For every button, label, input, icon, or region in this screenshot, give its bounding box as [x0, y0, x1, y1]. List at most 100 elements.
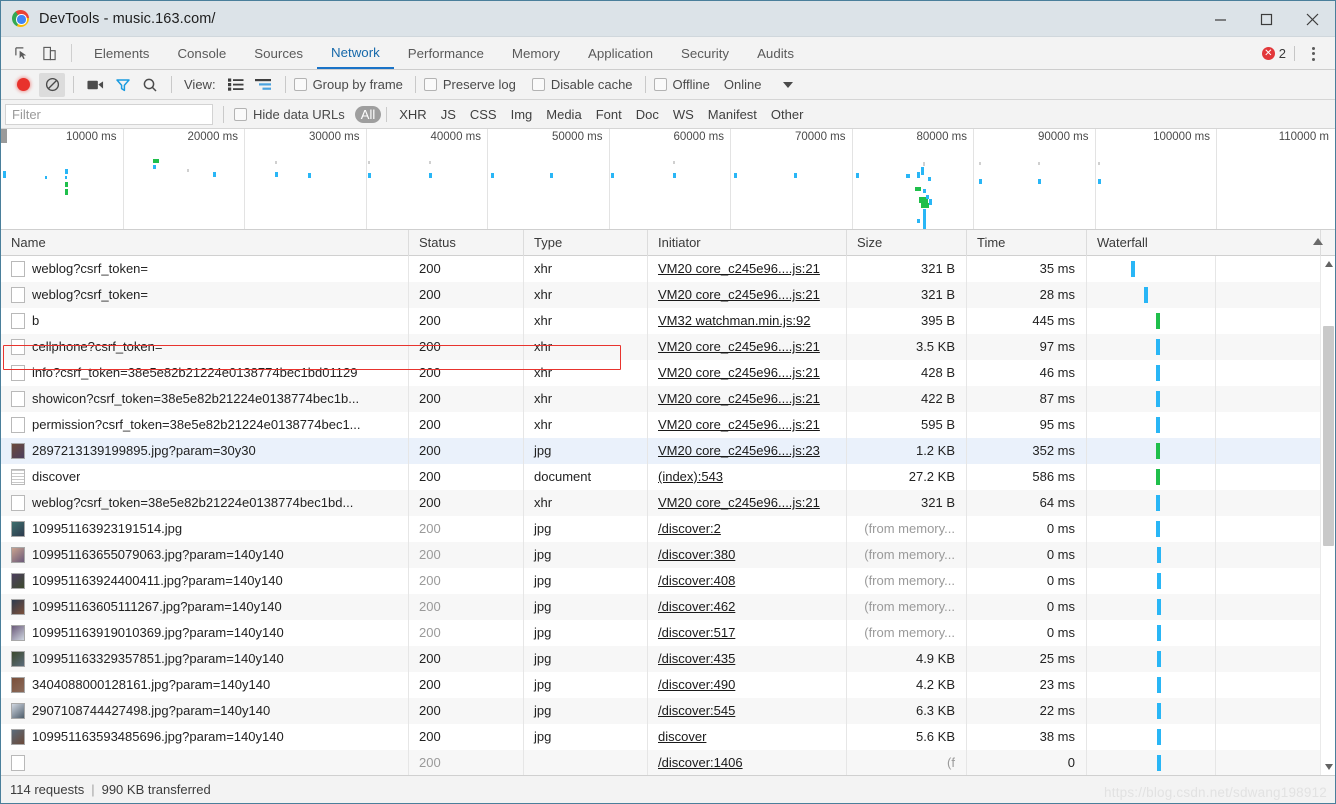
initiator-link[interactable]: /discover:517 — [658, 625, 735, 640]
hide-data-urls-checkbox[interactable]: Hide data URLs — [234, 107, 345, 122]
tab-sources[interactable]: Sources — [240, 37, 317, 69]
waterfall-bar[interactable] — [1156, 339, 1160, 355]
table-row[interactable]: 109951163924400411.jpg?param=140y140 200 j… — [1, 568, 1335, 594]
table-row[interactable]: 200/discover:1406 (f 0 — [1, 750, 1335, 775]
table-row[interactable]: 109951163605111267.jpg?param=140y140 200 j… — [1, 594, 1335, 620]
waterfall-bar[interactable] — [1157, 625, 1161, 641]
waterfall-bar[interactable] — [1156, 417, 1160, 433]
initiator-link[interactable]: /discover:1406 — [658, 755, 743, 770]
cell-name[interactable]: 109951163329357851.jpg?param=140y140 — [1, 646, 409, 672]
type-filter-other[interactable]: Other — [764, 106, 811, 123]
offline-checkbox[interactable]: Offline — [653, 77, 710, 92]
column-header-waterfall[interactable]: Waterfall — [1087, 230, 1321, 256]
type-filter-doc[interactable]: Doc — [629, 106, 666, 123]
waterfall-bar[interactable] — [1156, 365, 1160, 381]
vertical-scrollbar[interactable] — [1320, 256, 1335, 775]
table-row[interactable]: 3404088000128161.jpg?param=140y140 200 jpg… — [1, 672, 1335, 698]
preserve-log-checkbox[interactable]: Preserve log — [423, 77, 516, 92]
table-row[interactable]: weblog?csrf_token= 200 xhr VM20 core_c245e9… — [1, 256, 1335, 282]
clear-icon[interactable] — [39, 72, 65, 97]
waterfall-bar[interactable] — [1156, 391, 1160, 407]
type-filter-font[interactable]: Font — [589, 106, 629, 123]
table-row[interactable]: 109951163923191514.jpg 200 jpg/discover:2 (… — [1, 516, 1335, 542]
tab-application[interactable]: Application — [574, 37, 667, 69]
waterfall-bar[interactable] — [1156, 495, 1160, 511]
chevron-down-icon[interactable] — [783, 81, 794, 88]
search-icon[interactable] — [136, 73, 163, 97]
camera-icon[interactable] — [82, 73, 109, 97]
initiator-link[interactable]: /discover:490 — [658, 677, 735, 692]
initiator-link[interactable]: VM20 core_c245e96....js:21 — [658, 287, 820, 302]
cell-name[interactable]: 2897213139199895.jpg?param=30y30 — [1, 438, 409, 464]
scroll-up-arrow-icon[interactable] — [1321, 256, 1335, 272]
close-icon[interactable] — [1289, 1, 1335, 37]
type-filter-media[interactable]: Media — [539, 106, 588, 123]
group-by-frame-checkbox[interactable]: Group by frame — [293, 77, 403, 92]
column-header-time[interactable]: Time — [967, 230, 1087, 256]
cell-name[interactable]: 109951163919010369.jpg?param=140y140 — [1, 620, 409, 646]
table-row[interactable]: 109951163655079063.jpg?param=140y140 200 j… — [1, 542, 1335, 568]
initiator-link[interactable]: discover — [658, 729, 706, 744]
list-view-icon[interactable] — [223, 73, 250, 97]
error-badge[interactable]: ✕ 2 — [1261, 46, 1286, 61]
cell-name[interactable]: discover — [1, 464, 409, 490]
waterfall-bar[interactable] — [1156, 469, 1160, 485]
cell-name[interactable]: info?csrf_token=38e5e82b21224e0138774bec… — [1, 360, 409, 386]
table-row[interactable]: discover 200 document (index):543 27.2 KB 586… — [1, 464, 1335, 490]
inspect-element-icon[interactable] — [7, 37, 35, 69]
scrollbar-thumb[interactable] — [1323, 326, 1334, 546]
type-filter-css[interactable]: CSS — [463, 106, 504, 123]
maximize-icon[interactable] — [1243, 1, 1289, 37]
type-filter-ws[interactable]: WS — [666, 106, 701, 123]
tab-memory[interactable]: Memory — [498, 37, 574, 69]
cell-name[interactable]: showicon?csrf_token=38e5e82b21224e013877… — [1, 386, 409, 412]
cell-name[interactable]: 3404088000128161.jpg?param=140y140 — [1, 672, 409, 698]
waterfall-view-icon[interactable] — [250, 73, 277, 97]
column-header-initiator[interactable]: Initiator — [648, 230, 847, 256]
cell-name[interactable]: 109951163924400411.jpg?param=140y140 — [1, 568, 409, 594]
type-filter-manifest[interactable]: Manifest — [701, 106, 764, 123]
type-filter-all[interactable]: All — [354, 105, 382, 123]
tab-network[interactable]: Network — [317, 37, 394, 69]
waterfall-bar[interactable] — [1144, 287, 1148, 303]
table-row[interactable]: 109951163593485696.jpg?param=140y140 200 j… — [1, 724, 1335, 750]
cell-name[interactable]: 109951163655079063.jpg?param=140y140 — [1, 542, 409, 568]
table-row[interactable]: permission?csrf_token=38e5e82b21224e0138… — [1, 412, 1335, 438]
filter-input[interactable] — [5, 103, 213, 125]
initiator-link[interactable]: VM32 watchman.min.js:92 — [658, 313, 810, 328]
cell-name[interactable]: weblog?csrf_token= — [1, 256, 409, 282]
initiator-link[interactable]: VM20 core_c245e96....js:21 — [658, 339, 820, 354]
table-row[interactable]: 2897213139199895.jpg?param=30y30 200 jpg VM… — [1, 438, 1335, 464]
sort-ascending-icon[interactable] — [1313, 238, 1323, 245]
initiator-link[interactable]: VM20 core_c245e96....js:21 — [658, 391, 820, 406]
tab-performance[interactable]: Performance — [394, 37, 498, 69]
record-button-icon[interactable] — [10, 73, 36, 97]
table-row[interactable]: b 200 xhr VM32 watchman.min.js:92 395 B 445 m… — [1, 308, 1335, 334]
initiator-link[interactable]: VM20 core_c245e96....js:21 — [658, 261, 820, 276]
disable-cache-checkbox[interactable]: Disable cache — [531, 77, 633, 92]
column-header-type[interactable]: Type — [524, 230, 648, 256]
table-row[interactable]: 2907108744427498.jpg?param=140y140 200 jpg… — [1, 698, 1335, 724]
cell-name[interactable]: weblog?csrf_token=38e5e82b21224e0138774b… — [1, 490, 409, 516]
tab-elements[interactable]: Elements — [80, 37, 163, 69]
cell-name[interactable]: b — [1, 308, 409, 334]
type-filter-img[interactable]: Img — [504, 106, 540, 123]
table-row[interactable]: weblog?csrf_token= 200 xhr VM20 core_c245e9… — [1, 282, 1335, 308]
funnel-filter-icon[interactable] — [109, 73, 136, 97]
cell-name[interactable]: permission?csrf_token=38e5e82b21224e0138… — [1, 412, 409, 438]
initiator-link[interactable]: /discover:2 — [658, 521, 721, 536]
initiator-link[interactable]: /discover:435 — [658, 651, 735, 666]
table-row[interactable]: weblog?csrf_token=38e5e82b21224e0138774b… — [1, 490, 1335, 516]
initiator-link[interactable]: /discover:408 — [658, 573, 735, 588]
table-row[interactable]: 109951163919010369.jpg?param=140y140 200 j… — [1, 620, 1335, 646]
waterfall-bar[interactable] — [1157, 651, 1161, 667]
cell-name[interactable] — [1, 750, 409, 775]
minimize-icon[interactable] — [1197, 1, 1243, 37]
waterfall-bar[interactable] — [1157, 729, 1161, 745]
scroll-down-arrow-icon[interactable] — [1321, 759, 1335, 775]
type-filter-js[interactable]: JS — [434, 106, 463, 123]
initiator-link[interactable]: VM20 core_c245e96....js:23 — [658, 443, 820, 458]
throttling-value[interactable]: Online — [724, 77, 762, 92]
cell-name[interactable]: 109951163605111267.jpg?param=140y140 — [1, 594, 409, 620]
table-row[interactable]: info?csrf_token=38e5e82b21224e0138774bec… — [1, 360, 1335, 386]
